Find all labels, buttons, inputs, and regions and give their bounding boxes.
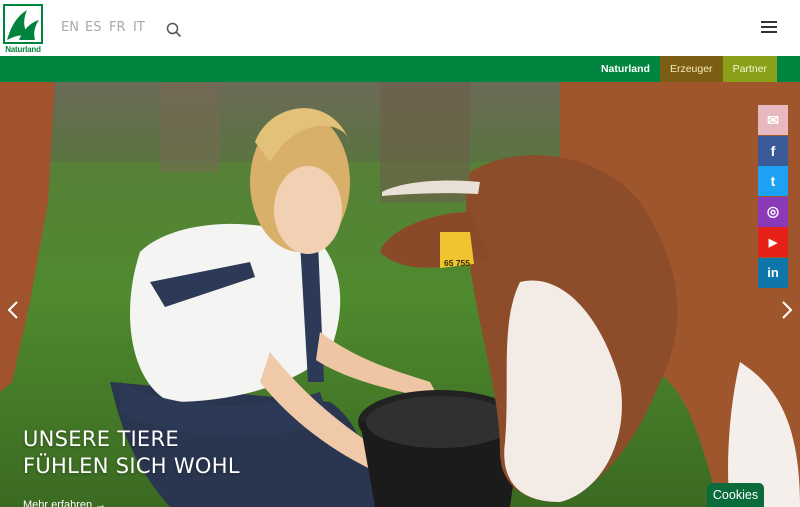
facebook-icon[interactable]: f (758, 135, 788, 166)
lang-fr[interactable]: FR (109, 20, 133, 35)
lang-it[interactable]: IT (133, 20, 157, 35)
ear-tag-number: 65 755 (444, 258, 470, 268)
tab-erzeuger[interactable]: Erzeuger (659, 56, 723, 82)
instagram-icon[interactable]: ◎ (758, 196, 788, 227)
hero-slider: 65 755 UNSERE TIERE FÜHLEN SICH WOHL Meh… (0, 82, 800, 507)
social-sidebar: ✉ f t ◎ ▶ in (758, 105, 788, 288)
language-switcher: EN ES FR IT (61, 20, 157, 35)
twitter-icon[interactable]: t (758, 166, 788, 196)
linkedin-icon[interactable]: in (758, 257, 788, 288)
audience-nav: Naturland Erzeuger Partner (0, 56, 800, 82)
naturland-logo[interactable]: Naturland (3, 4, 43, 54)
lang-es[interactable]: ES (85, 20, 109, 35)
hero-headline: UNSERE TIERE FÜHLEN SICH WOHL (23, 426, 240, 480)
mail-icon[interactable]: ✉ (758, 105, 788, 135)
site-header: Naturland EN ES FR IT (0, 0, 800, 56)
chevron-left-icon[interactable] (6, 300, 20, 320)
chevron-right-icon[interactable] (780, 300, 794, 320)
search-icon[interactable] (166, 22, 182, 38)
hamburger-menu-icon[interactable] (761, 21, 777, 35)
lang-en[interactable]: EN (61, 20, 85, 35)
youtube-icon[interactable]: ▶ (758, 227, 788, 257)
hero-headline-line1: UNSERE TIERE (23, 427, 179, 451)
tab-naturland[interactable]: Naturland (590, 56, 660, 82)
more-link[interactable]: Mehr erfahren → (23, 499, 106, 507)
logo-wordmark: Naturland (5, 45, 41, 54)
tab-partner[interactable]: Partner (722, 56, 777, 82)
cookies-button[interactable]: Cookies (707, 483, 764, 507)
logo-icon (3, 4, 43, 44)
hero-headline-line2: FÜHLEN SICH WOHL (23, 454, 240, 478)
